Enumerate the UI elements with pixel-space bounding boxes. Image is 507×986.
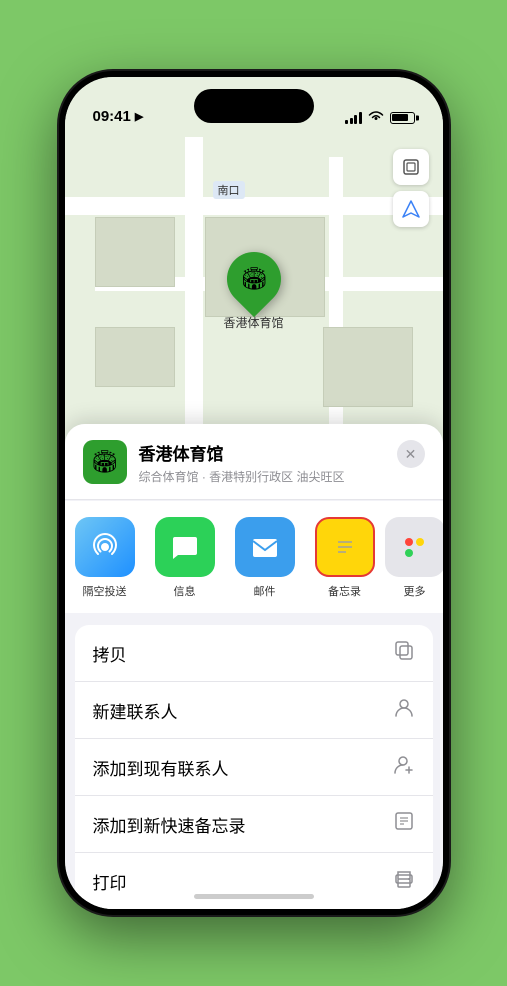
share-item-airdrop[interactable]: 隔空投送	[65, 517, 145, 599]
mail-icon	[235, 517, 295, 577]
close-button[interactable]: ✕	[397, 440, 425, 468]
more-icon	[385, 517, 443, 577]
airdrop-label: 隔空投送	[83, 583, 127, 599]
venue-name: 香港体育馆	[139, 440, 385, 465]
dynamic-island	[194, 89, 314, 123]
messages-label: 信息	[174, 583, 196, 599]
phone-screen: 09:41 ▶	[65, 77, 443, 909]
airdrop-icon	[75, 517, 135, 577]
action-copy[interactable]: 拷贝	[75, 625, 433, 682]
pin-icon: 🏟	[240, 266, 268, 292]
action-quick-note[interactable]: 添加到新快速备忘录	[75, 796, 433, 853]
home-indicator	[194, 894, 314, 899]
location-indicator-icon: ▶	[135, 110, 143, 123]
venue-header: 🏟 香港体育馆 综合体育馆 · 香港特别行政区 油尖旺区 ✕	[65, 424, 443, 500]
new-contact-icon	[393, 696, 415, 724]
share-item-notes[interactable]: 备忘录	[305, 517, 385, 599]
map-entrance-label: 南口	[213, 181, 245, 199]
action-list: 拷贝 新建联系人	[75, 625, 433, 909]
add-existing-icon	[393, 753, 415, 781]
action-new-contact[interactable]: 新建联系人	[75, 682, 433, 739]
phone-frame: 09:41 ▶	[59, 71, 449, 915]
venue-subtitle: 综合体育馆 · 香港特别行政区 油尖旺区	[139, 468, 385, 485]
notes-label: 备忘录	[328, 583, 361, 599]
messages-icon	[155, 517, 215, 577]
location-pin: 🏟 香港体育馆	[223, 252, 283, 331]
mail-label: 邮件	[254, 583, 276, 599]
map-layers-button[interactable]	[393, 149, 429, 185]
print-icon	[393, 867, 415, 895]
map-building	[323, 327, 413, 407]
signal-icon	[345, 112, 362, 124]
quick-note-icon	[393, 810, 415, 838]
map-building	[95, 217, 175, 287]
battery-icon	[390, 112, 415, 124]
pin-circle: 🏟	[215, 241, 291, 317]
copy-label: 拷贝	[93, 641, 127, 666]
new-contact-label: 新建联系人	[93, 698, 178, 723]
venue-icon: 🏟	[83, 440, 127, 484]
status-icons	[345, 110, 415, 125]
map-building	[95, 327, 175, 387]
wifi-icon	[368, 110, 384, 125]
venue-info: 香港体育馆 综合体育馆 · 香港特别行政区 油尖旺区	[139, 440, 385, 485]
notes-icon	[315, 517, 375, 577]
share-row: 隔空投送 信息	[65, 501, 443, 613]
action-print[interactable]: 打印	[75, 853, 433, 909]
bottom-sheet: 🏟 香港体育馆 综合体育馆 · 香港特别行政区 油尖旺区 ✕	[65, 424, 443, 909]
status-time: 09:41 ▶	[93, 108, 144, 125]
share-more-button[interactable]: 更多	[385, 517, 443, 599]
share-item-mail[interactable]: 邮件	[225, 517, 305, 599]
map-location-button[interactable]	[393, 191, 429, 227]
print-label: 打印	[93, 869, 127, 894]
map-road	[65, 197, 443, 215]
action-add-existing[interactable]: 添加到现有联系人	[75, 739, 433, 796]
time-display: 09:41	[93, 108, 131, 125]
copy-icon	[393, 639, 415, 667]
quick-note-label: 添加到新快速备忘录	[93, 812, 246, 837]
add-existing-label: 添加到现有联系人	[93, 755, 229, 780]
more-label: 更多	[404, 583, 426, 599]
share-item-messages[interactable]: 信息	[145, 517, 225, 599]
